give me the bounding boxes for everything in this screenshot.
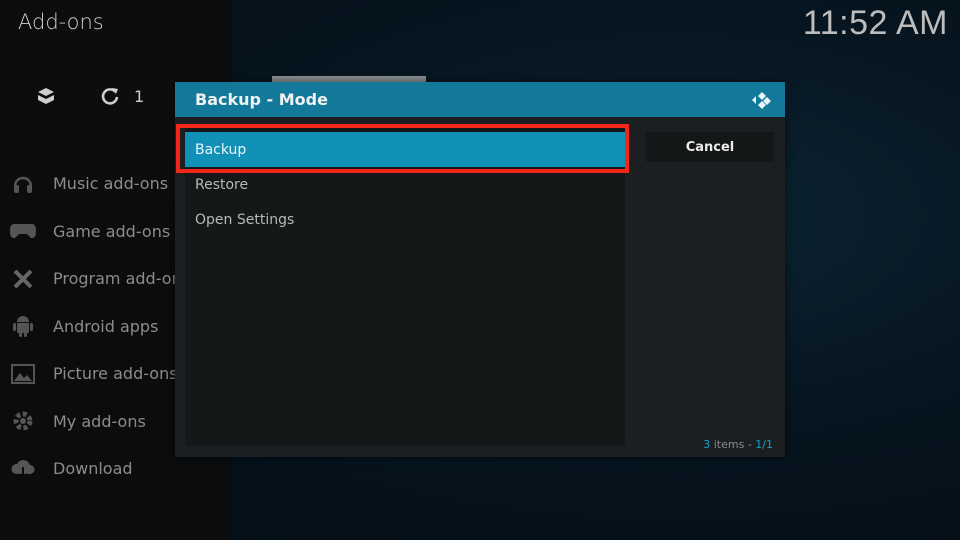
- sidebar-item-my-addons[interactable]: My add-ons: [8, 398, 182, 446]
- sidebar-item-picture[interactable]: Picture add-ons: [8, 350, 182, 398]
- list-item-restore[interactable]: Restore: [185, 167, 625, 202]
- dialog-header: Backup - Mode: [175, 82, 785, 117]
- options-list: Backup Restore Open Settings: [185, 126, 625, 446]
- sidebar-item-music[interactable]: Music add-ons: [8, 160, 182, 208]
- cancel-button[interactable]: Cancel: [646, 132, 774, 162]
- page-title: Add-ons: [18, 10, 104, 34]
- sidebar-item-android[interactable]: Android apps: [8, 303, 182, 351]
- picture-icon: [8, 362, 38, 386]
- sidebar-item-label: Game add-ons: [53, 221, 171, 241]
- sidebar-item-download[interactable]: Download: [8, 445, 182, 493]
- headphones-icon: [8, 172, 38, 196]
- puzzle-gear-icon: [8, 409, 38, 433]
- sidebar-item-label: Music add-ons: [53, 174, 169, 194]
- page-indicator: 1/1: [755, 438, 773, 451]
- sidebar-item-label: Download: [53, 459, 133, 479]
- toolbar: 1: [36, 86, 144, 106]
- sidebar-item-label: Android apps: [53, 316, 159, 336]
- tools-icon: [8, 267, 38, 291]
- sidebar-menu: Music add-ons Game add-ons Program add-o…: [8, 160, 182, 493]
- android-icon: [8, 314, 38, 338]
- items-count: 3 items - 1/1: [703, 438, 773, 451]
- sidebar-item-label: Program add-on: [53, 269, 182, 289]
- cloud-download-icon: [8, 457, 38, 481]
- dialog-title: Backup - Mode: [195, 90, 328, 109]
- list-item-open-settings[interactable]: Open Settings: [185, 202, 625, 237]
- refresh-icon[interactable]: [100, 86, 120, 106]
- sidebar-item-program[interactable]: Program add-on: [8, 255, 182, 303]
- list-item-backup[interactable]: Backup: [185, 132, 625, 167]
- backup-mode-dialog: Backup - Mode Backup Restore Open Settin…: [175, 82, 785, 457]
- sidebar-item-label: My add-ons: [53, 411, 146, 431]
- sidebar-item-game[interactable]: Game add-ons: [8, 208, 182, 256]
- clock: 11:52 AM: [802, 4, 948, 42]
- gamepad-icon: [8, 219, 38, 243]
- items-count-text: items -: [710, 438, 756, 451]
- kodi-logo-icon: [749, 87, 775, 113]
- update-count: 1: [134, 86, 145, 106]
- sidebar-item-label: Picture add-ons: [53, 364, 178, 384]
- box-icon[interactable]: [36, 86, 56, 106]
